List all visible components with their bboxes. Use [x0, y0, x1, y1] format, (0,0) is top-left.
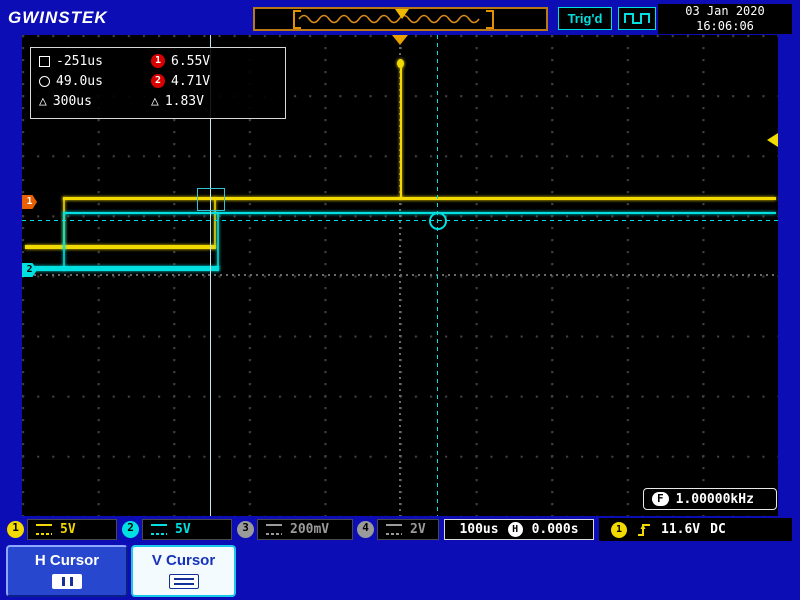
- cursor2-circle-marker-icon: [429, 212, 447, 230]
- cursor2-time-cell: 49.0us: [39, 74, 151, 89]
- ch1-badge-icon: 1: [151, 54, 165, 68]
- ch2-badge-icon: 2: [151, 74, 165, 88]
- trigger-level: 11.6V: [661, 522, 700, 537]
- trigger-level-marker-icon: [767, 133, 778, 147]
- square-cursor-icon: [39, 56, 50, 67]
- vertical-cursor2-line[interactable]: [437, 35, 438, 516]
- ch1-trace-high-segment: [63, 197, 776, 200]
- cursor1-volt: 6.55V: [171, 54, 210, 69]
- date-text: 03 Jan 2020: [658, 4, 792, 19]
- ch1-status-box: 5V: [27, 519, 117, 540]
- ch1-trace-spike: [400, 62, 402, 199]
- frequency-badge-icon: F: [652, 492, 669, 506]
- cursor2-volt-cell: 2 4.71V: [151, 74, 277, 89]
- h-cursor-button-label: H Cursor: [8, 552, 126, 569]
- cursor1-time-cell: -251us: [39, 54, 151, 69]
- delta-icon: △: [39, 94, 47, 109]
- ch4-scale: 2V: [410, 522, 426, 537]
- ch3-scale: 200mV: [290, 522, 329, 537]
- memory-waveform-icon: [297, 12, 485, 26]
- ch3-coupling-icon: [266, 524, 282, 535]
- brand-logo: GWINSTEK: [8, 8, 108, 28]
- rising-edge-icon: [637, 522, 651, 538]
- ch2-trace-low-segment: [25, 266, 219, 271]
- h-cursor-button[interactable]: H Cursor: [6, 545, 128, 597]
- v-cursor-button[interactable]: V Cursor: [131, 545, 236, 597]
- ch1-trace-spike-top: [397, 59, 404, 68]
- oscilloscope-ui: GWINSTEK Trig'd 03 Jan 2020 16:06:06: [0, 0, 800, 600]
- ch1-status-badge: 1: [7, 521, 24, 538]
- ch2-status-badge: 2: [122, 521, 139, 538]
- graticule-center-horizontal: [22, 274, 778, 276]
- ch4-status-badge: 4: [357, 521, 374, 538]
- ch3-status-box: 200mV: [257, 519, 353, 540]
- cursor2-volt: 4.71V: [171, 74, 210, 89]
- timebase-position: 0.000s: [532, 522, 579, 537]
- frequency-counter: F 1.00000kHz: [643, 488, 777, 510]
- ch2-status-box: 5V: [142, 519, 232, 540]
- trigger-source-badge: 1: [611, 522, 627, 538]
- delta-volt-cell: △ 1.83V: [151, 94, 277, 109]
- horizontal-cursor-line[interactable]: [22, 220, 778, 221]
- horizontal-badge-icon: H: [508, 522, 523, 537]
- memory-position-bar: [253, 7, 548, 31]
- ch1-position-marker: 1: [22, 195, 37, 209]
- circle-cursor-icon: [39, 76, 50, 87]
- trigger-position-marker-icon: [392, 35, 408, 45]
- cursor2-time: 49.0us: [56, 74, 103, 89]
- trigger-type-indicator: [618, 7, 656, 30]
- delta-time-cell: △ 300us: [39, 94, 151, 109]
- trigger-status-box: 1 11.6V DC: [599, 518, 792, 541]
- timebase-scale: 100us: [459, 522, 498, 537]
- frequency-value: 1.00000kHz: [676, 492, 754, 507]
- datetime-display: 03 Jan 2020 16:06:06: [658, 4, 792, 34]
- v-cursor-button-label: V Cursor: [133, 552, 234, 569]
- ch1-trace-low-segment: [25, 245, 216, 249]
- cursor1-volt-cell: 1 6.55V: [151, 54, 277, 69]
- memory-trigger-position-icon: [395, 9, 409, 19]
- time-text: 16:06:06: [658, 19, 792, 34]
- trigger-coupling: DC: [710, 522, 726, 537]
- cursor1-time: -251us: [56, 54, 103, 69]
- square-wave-icon: [623, 10, 651, 27]
- ch2-scale: 5V: [175, 522, 191, 537]
- ch2-trace-high-segment: [63, 212, 776, 214]
- delta-time: 300us: [53, 94, 92, 109]
- waveform-display: 1 2 -251us 1 6.55V 49.0us 2 4.71V △ 300u: [22, 35, 778, 516]
- cursor-readout-panel: -251us 1 6.55V 49.0us 2 4.71V △ 300us △ …: [30, 47, 286, 119]
- ch1-scale: 5V: [60, 522, 76, 537]
- window-bracket-right-icon: [486, 10, 494, 29]
- delta-volt: 1.83V: [165, 94, 204, 109]
- cursor1-square-marker-icon: [197, 188, 225, 211]
- ch1-coupling-icon: [36, 524, 52, 535]
- ch4-status-box: 2V: [377, 519, 439, 540]
- ch4-coupling-icon: [386, 524, 402, 535]
- ch3-status-badge: 3: [237, 521, 254, 538]
- h-cursor-icon: [52, 574, 82, 589]
- timebase-status-box: 100us H 0.000s: [444, 519, 594, 540]
- delta-icon: △: [151, 94, 159, 109]
- ch2-coupling-icon: [151, 524, 167, 535]
- v-cursor-icon: [169, 574, 199, 589]
- trigger-status-badge: Trig'd: [558, 7, 612, 30]
